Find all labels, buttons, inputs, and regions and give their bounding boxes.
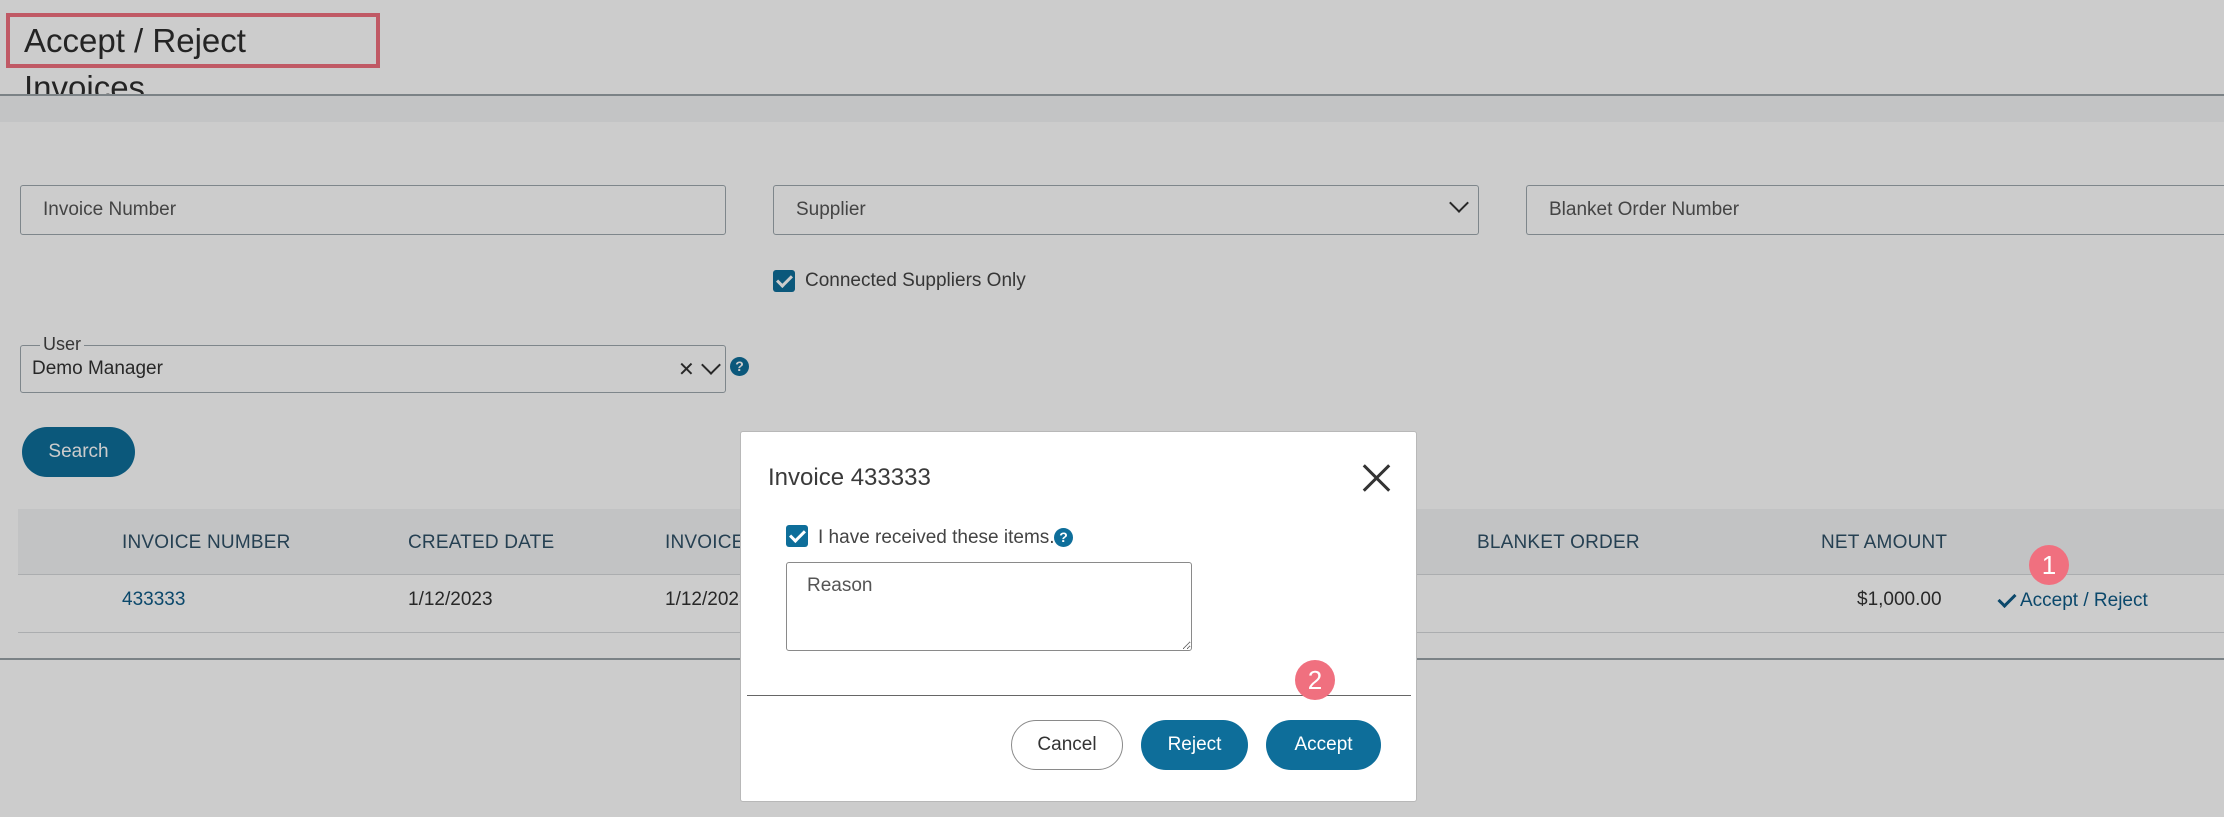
received-items-label: I have received these items. [818,527,1055,548]
accept-button[interactable]: Accept [1266,720,1381,770]
step-badge-1: 1 [2029,545,2069,585]
help-icon[interactable]: ? [1054,528,1073,547]
cancel-button[interactable]: Cancel [1011,720,1123,770]
received-items-checkbox[interactable] [786,525,808,547]
step-badge-2: 2 [1295,660,1335,700]
close-icon[interactable] [1361,463,1391,493]
invoice-modal: Invoice 433333 I have received these ite… [740,431,1417,802]
reason-textarea[interactable] [786,562,1192,651]
reject-button[interactable]: Reject [1141,720,1248,770]
modal-title: Invoice 433333 [768,464,931,491]
